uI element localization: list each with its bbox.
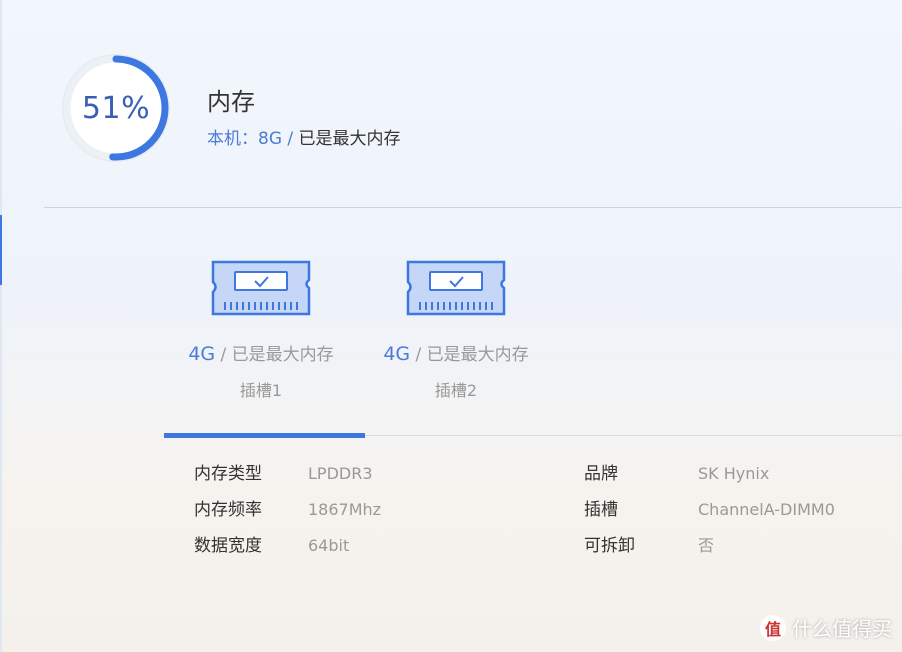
slot-status: / 已是最大内存: [415, 345, 529, 365]
spec-value: 1867Mhz: [308, 500, 382, 519]
slot-size: 4G: [383, 343, 411, 365]
spec-key: 可拆卸: [584, 536, 635, 556]
section-divider: [44, 207, 902, 208]
spec-key: 数据宽度: [194, 536, 262, 556]
spec-value: 否: [698, 536, 715, 555]
spec-list-right: 品牌 SK Hynix 插槽 ChannelA-DIMM0 可拆卸 否: [584, 456, 835, 564]
spec-key: 内存频率: [194, 500, 262, 520]
spec-row: 品牌 SK Hynix: [584, 456, 835, 492]
spec-key: 品牌: [584, 464, 618, 484]
watermark-text: 什么值得买: [792, 617, 892, 641]
memory-slot-2[interactable]: 4G / 已是最大内存 插槽2: [371, 258, 541, 401]
spec-value: SK Hynix: [698, 464, 770, 483]
spec-row: 内存类型 LPDDR3: [194, 456, 381, 492]
slot-tab-indicator[interactable]: [164, 433, 365, 438]
gauge-percent: 51%: [81, 90, 151, 126]
watermark: 值 什么值得买: [760, 613, 892, 642]
spec-list-left: 内存类型 LPDDR3 内存频率 1867Mhz 数据宽度 64bit: [194, 456, 381, 564]
slot-status: / 已是最大内存: [220, 345, 334, 365]
spec-key: 内存类型: [194, 464, 262, 484]
slot-capacity: 4G / 已是最大内存: [176, 340, 346, 365]
spec-value: 64bit: [308, 536, 350, 555]
watermark-logo: 值: [760, 614, 786, 641]
memory-capacity: 本机：8G /: [207, 129, 294, 149]
spec-value: LPDDR3: [308, 464, 373, 483]
spec-row: 数据宽度 64bit: [194, 528, 381, 564]
slot-name: 插槽1: [239, 381, 283, 400]
slot-size: 4G: [188, 343, 216, 365]
slot-name: 插槽2: [434, 381, 478, 400]
ram-stick-icon: [406, 260, 506, 316]
memory-slot-1[interactable]: 4G / 已是最大内存 插槽1: [176, 258, 346, 401]
spec-row: 内存频率 1867Mhz: [194, 492, 381, 528]
left-rail: [0, 0, 2, 652]
memory-summary: 本机：8G / 已是最大内存: [207, 124, 401, 149]
spec-row: 可拆卸 否: [584, 528, 835, 564]
spec-row: 插槽 ChannelA-DIMM0: [584, 492, 835, 528]
spec-key: 插槽: [584, 500, 618, 520]
spec-value: ChannelA-DIMM0: [698, 500, 835, 519]
left-rail-active-indicator: [0, 215, 2, 285]
page-title: 内存: [207, 88, 255, 116]
memory-usage-gauge: 51%: [60, 52, 172, 164]
ram-stick-icon: [211, 260, 311, 316]
memory-status: 已是最大内存: [298, 129, 401, 149]
slot-capacity: 4G / 已是最大内存: [371, 340, 541, 365]
